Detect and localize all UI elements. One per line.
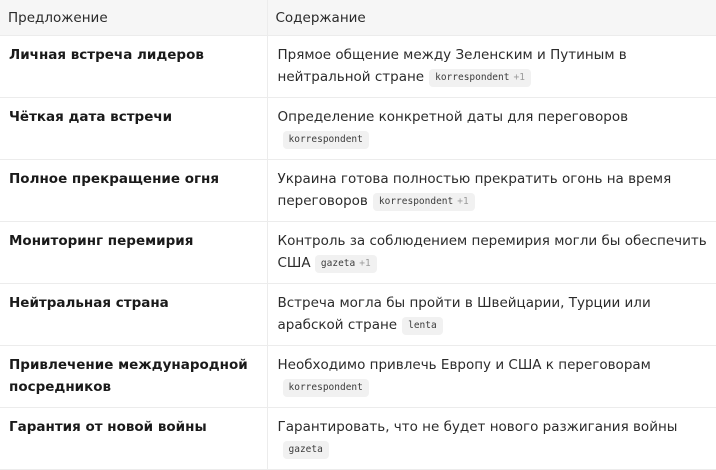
source-name: korrespondent xyxy=(288,134,363,145)
proposal-cell: Полное прекращение огня xyxy=(0,159,267,222)
proposals-table: Предложение Содержание Личная встреча ли… xyxy=(0,0,716,470)
source-name: gazeta xyxy=(288,444,323,455)
content-cell: Украина готова полностью прекратить огон… xyxy=(266,159,716,222)
header-proposal: Предложение xyxy=(0,0,267,36)
proposal-cell: Чёткая дата встречи xyxy=(0,97,267,160)
proposal-cell: Мониторинг перемирия xyxy=(0,221,267,284)
source-extra-count: +1 xyxy=(359,258,371,269)
source-chip[interactable]: gazeta xyxy=(282,441,329,459)
source-extra-count: +1 xyxy=(457,196,469,207)
content-cell: Гарантировать, что не будет нового разжи… xyxy=(266,407,716,470)
table-row: Гарантия от новой войны Гарантировать, ч… xyxy=(0,407,716,470)
source-name: korrespondent xyxy=(288,382,363,393)
table-row: Нейтральная страна Встреча могла бы прой… xyxy=(0,283,716,346)
content-cell: Необходимо привлечь Европу и США к перег… xyxy=(266,345,716,408)
proposal-cell: Гарантия от новой войны xyxy=(0,407,267,470)
source-chip[interactable]: korrespondent xyxy=(282,131,369,149)
source-name: lenta xyxy=(408,320,437,331)
proposal-cell: Личная встреча лидеров xyxy=(0,35,267,98)
header-row: Предложение Содержание xyxy=(0,0,716,36)
source-name: gazeta xyxy=(320,258,356,269)
proposal-cell: Привлечение международной посредников xyxy=(0,345,267,408)
content-text: Гарантировать, что не будет нового разжи… xyxy=(277,419,678,435)
content-cell: Определение конкретной даты для перегово… xyxy=(266,97,716,160)
source-extra-count: +1 xyxy=(513,72,525,83)
source-chip[interactable]: lenta xyxy=(402,317,443,335)
source-name: korrespondent xyxy=(378,196,454,207)
table-body: Личная встреча лидеров Прямое общение ме… xyxy=(0,35,716,470)
header-content: Содержание xyxy=(266,0,716,36)
source-name: korrespondent xyxy=(435,72,510,83)
table-row: Чёткая дата встречи Определение конкретн… xyxy=(0,97,716,160)
content-text: Необходимо привлечь Европу и США к перег… xyxy=(277,357,651,373)
proposal-cell: Нейтральная страна xyxy=(0,283,267,346)
content-text: Определение конкретной даты для перегово… xyxy=(277,109,629,125)
source-chip[interactable]: gazeta +1 xyxy=(314,255,377,273)
content-cell: Встреча могла бы пройти в Швейцарии, Тур… xyxy=(266,283,716,346)
table-row: Личная встреча лидеров Прямое общение ме… xyxy=(0,35,716,98)
content-text: Встреча могла бы пройти в Швейцарии, Тур… xyxy=(277,295,651,333)
source-chip[interactable]: korrespondent xyxy=(282,379,369,397)
table-row: Мониторинг перемирия Контроль за соблюде… xyxy=(0,221,716,284)
content-cell: Прямое общение между Зеленским и Путиным… xyxy=(266,35,716,98)
table-row: Полное прекращение огня Украина готова п… xyxy=(0,159,716,222)
table-row: Привлечение международной посредников Не… xyxy=(0,345,716,408)
table-header: Предложение Содержание xyxy=(0,0,716,36)
source-chip[interactable]: korrespondent +1 xyxy=(429,69,531,87)
source-chip[interactable]: korrespondent +1 xyxy=(372,193,475,211)
content-cell: Контроль за соблюдением перемирия могли … xyxy=(266,221,716,284)
